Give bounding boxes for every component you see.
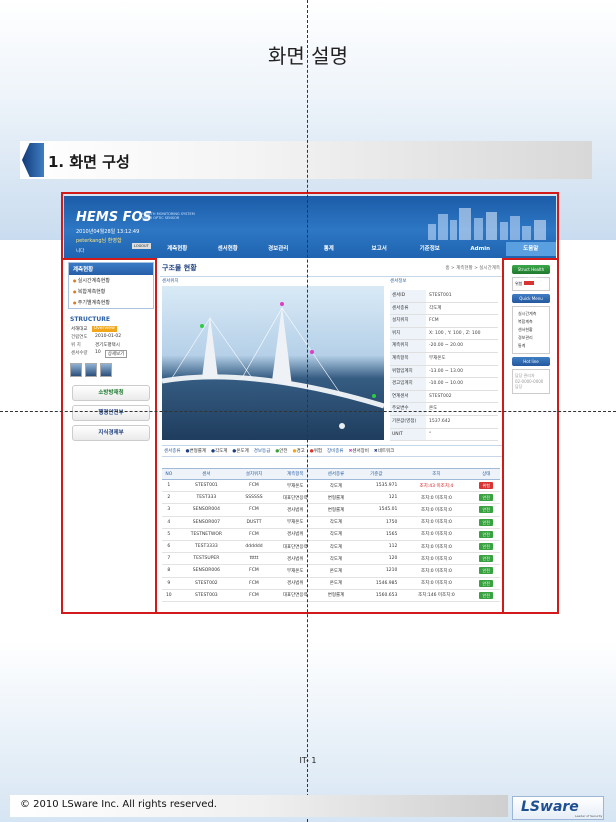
page-title: 화면 설명 <box>268 44 348 68</box>
section-title: 1. 화면 구성 <box>48 153 130 171</box>
page-number: IT- 1 <box>299 756 317 765</box>
lsware-logo: LSware Leader of Security <box>512 796 604 820</box>
copyright: © 2010 LSware Inc. All rights reserved. <box>20 799 217 810</box>
frame-left <box>61 258 157 614</box>
guide-horizontal <box>0 411 616 412</box>
frame-right <box>502 258 559 614</box>
